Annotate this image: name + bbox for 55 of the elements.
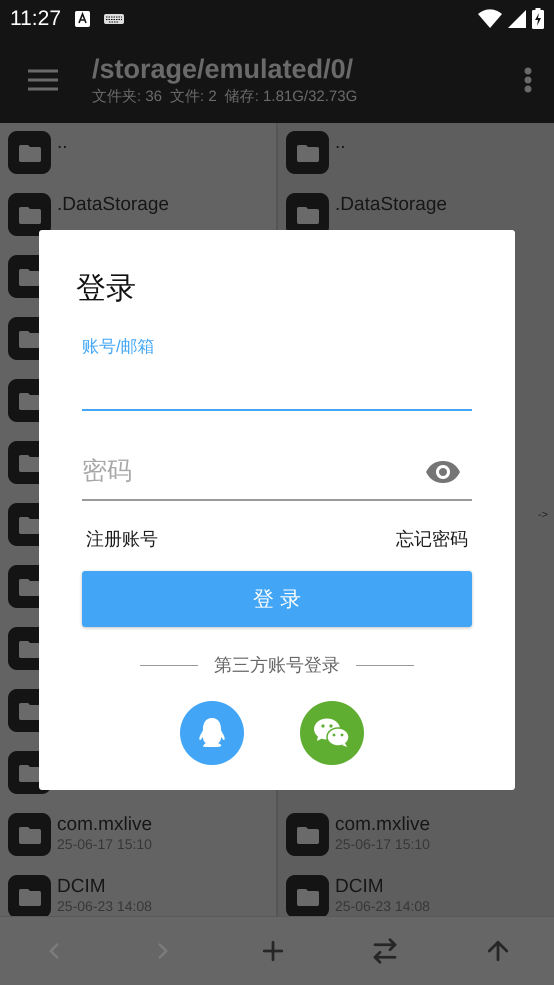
folder-icon xyxy=(18,144,40,162)
folder-tile[interactable] xyxy=(8,193,51,236)
section-label: 第三方账号登录 xyxy=(214,654,340,677)
folder-icon xyxy=(296,826,318,844)
folder-icon xyxy=(296,206,318,224)
field-label: 账号/邮箱 xyxy=(82,336,156,358)
file-name: .DataStorage xyxy=(57,193,169,216)
folder-tile[interactable] xyxy=(8,875,51,916)
file-name: .. xyxy=(57,131,68,154)
menu-icon[interactable] xyxy=(28,69,58,91)
folder-icon xyxy=(18,206,40,224)
signal-icon xyxy=(508,10,526,28)
folder-icon xyxy=(18,826,40,844)
wifi-icon xyxy=(478,9,502,28)
more-options-icon[interactable] xyxy=(524,67,532,93)
storage-stat: 储存: 1.81G/32.73G xyxy=(224,87,358,106)
file-name: DCIM xyxy=(335,875,385,898)
file-name: DCIM xyxy=(57,875,107,898)
text-link[interactable]: 忘记密码 xyxy=(396,527,468,551)
text-link[interactable]: 注册账号 xyxy=(86,527,158,551)
folder-tile[interactable] xyxy=(286,131,329,174)
keyboard-icon xyxy=(104,14,124,24)
folder-icon xyxy=(296,144,318,162)
folder-icon xyxy=(18,516,40,534)
dialog-title: 登录 xyxy=(76,271,137,307)
folder-tile[interactable] xyxy=(286,875,329,916)
penguin-icon xyxy=(198,717,226,749)
keyboard-language-icon xyxy=(75,10,90,26)
storage-stat: 文件夹: 36 xyxy=(92,87,162,106)
eye-icon[interactable] xyxy=(426,461,460,483)
battery-icon xyxy=(532,8,544,29)
folder-icon xyxy=(18,268,40,286)
folder-icon xyxy=(18,578,40,596)
folder-icon xyxy=(18,888,40,906)
file-name: .DataStorage xyxy=(335,193,447,216)
password-field[interactable]: 密码 xyxy=(82,443,472,501)
folder-icon xyxy=(18,640,40,658)
file-name: com.mxlive xyxy=(57,813,152,836)
pane-marker: -> xyxy=(538,509,548,521)
folder-icon xyxy=(18,764,40,782)
clock: 11:27 xyxy=(10,6,61,30)
chat-bubbles-icon xyxy=(314,718,350,748)
folder-icon xyxy=(18,330,40,348)
folder-tile[interactable] xyxy=(8,813,51,856)
storage-stat: 文件: 2 xyxy=(170,87,217,106)
file-name: com.mxlive xyxy=(335,813,430,836)
password-input[interactable]: 密码 xyxy=(82,443,422,499)
folder-icon xyxy=(18,454,40,472)
file-name: .. xyxy=(335,131,346,154)
folder-icon xyxy=(296,888,318,906)
folder-tile[interactable] xyxy=(286,813,329,856)
folder-icon xyxy=(18,392,40,410)
folder-icon xyxy=(18,702,40,720)
folder-path: /storage/emulated/0/ xyxy=(92,54,354,85)
folder-tile[interactable] xyxy=(8,131,51,174)
